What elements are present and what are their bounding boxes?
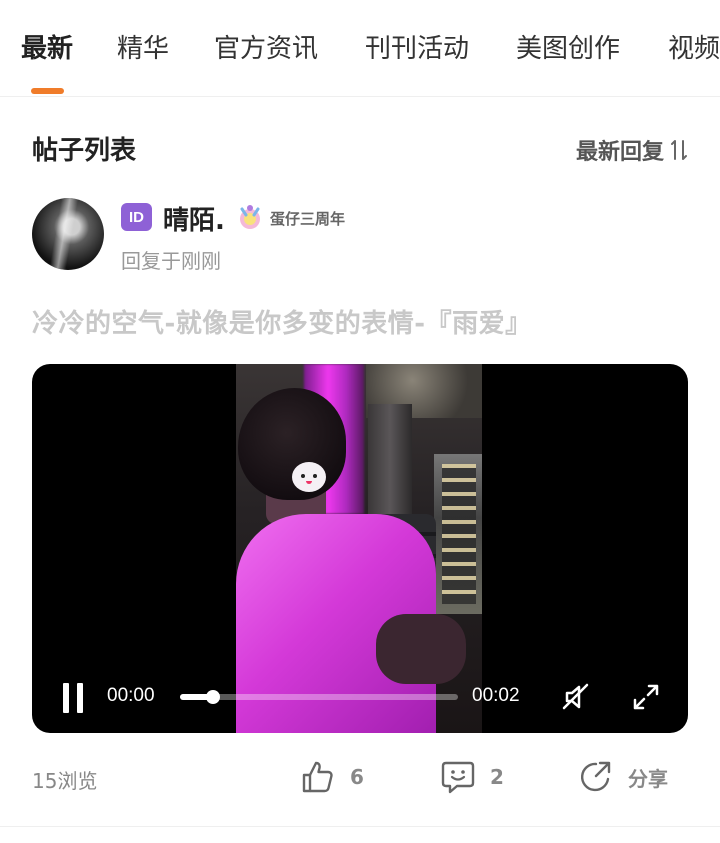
- section-title: 帖子列表: [32, 136, 137, 166]
- sort-label: 最新回复: [575, 140, 664, 165]
- share-label: 分享: [628, 766, 668, 791]
- sort-arrows-icon: [671, 140, 687, 160]
- duration: 00:02: [472, 685, 520, 706]
- tab-video[interactable]: 视频: [668, 28, 720, 65]
- user-title-tag: 蛋仔三周年: [270, 210, 346, 228]
- tab-art[interactable]: 美图创作: [516, 28, 620, 65]
- post-list-header: 帖子列表 最新回复: [32, 130, 688, 170]
- id-badge: ID: [121, 203, 152, 231]
- tab-featured[interactable]: 精华: [117, 28, 169, 65]
- category-tabs: 最新 精华 官方资讯 刊刊活动 美图创作 视频: [0, 0, 720, 97]
- anniversary-medal-icon: [240, 205, 260, 229]
- tab-official-news[interactable]: 官方资讯: [214, 28, 318, 65]
- fullscreen-icon[interactable]: [630, 681, 662, 713]
- post-title[interactable]: 冷冷的空气-就像是你多变的表情-『雨爱』: [32, 303, 532, 340]
- comment-button[interactable]: 2: [440, 759, 504, 795]
- video-player[interactable]: 00:00 00:02: [32, 364, 688, 733]
- share-icon: [580, 761, 611, 792]
- mute-icon[interactable]: [560, 681, 592, 713]
- share-button[interactable]: 分享: [578, 759, 668, 795]
- progress-bar[interactable]: [180, 690, 458, 704]
- like-count: 6: [350, 765, 364, 789]
- username[interactable]: 晴陌.: [163, 200, 225, 237]
- active-tab-indicator: [31, 88, 64, 94]
- current-time: 00:00: [107, 685, 155, 706]
- like-button[interactable]: 6: [300, 759, 364, 795]
- tab-latest[interactable]: 最新: [21, 28, 73, 65]
- post-action-bar: 15浏览 6 2 分享: [32, 755, 688, 803]
- comment-icon: [441, 761, 475, 794]
- progress-thumb[interactable]: [206, 690, 221, 704]
- video-controls: 00:00 00:02: [32, 663, 688, 733]
- sort-button[interactable]: 最新回复: [576, 134, 688, 166]
- comment-count: 2: [490, 765, 504, 789]
- face-sticker: [292, 462, 326, 492]
- pause-button[interactable]: [60, 683, 86, 713]
- view-count: 15浏览: [32, 769, 98, 793]
- divider: [0, 826, 720, 827]
- avatar[interactable]: [32, 198, 104, 270]
- thumbs-up-icon: [302, 761, 333, 793]
- tab-events[interactable]: 刊刊活动: [365, 28, 469, 65]
- reply-time: 回复于刚刚: [121, 249, 221, 273]
